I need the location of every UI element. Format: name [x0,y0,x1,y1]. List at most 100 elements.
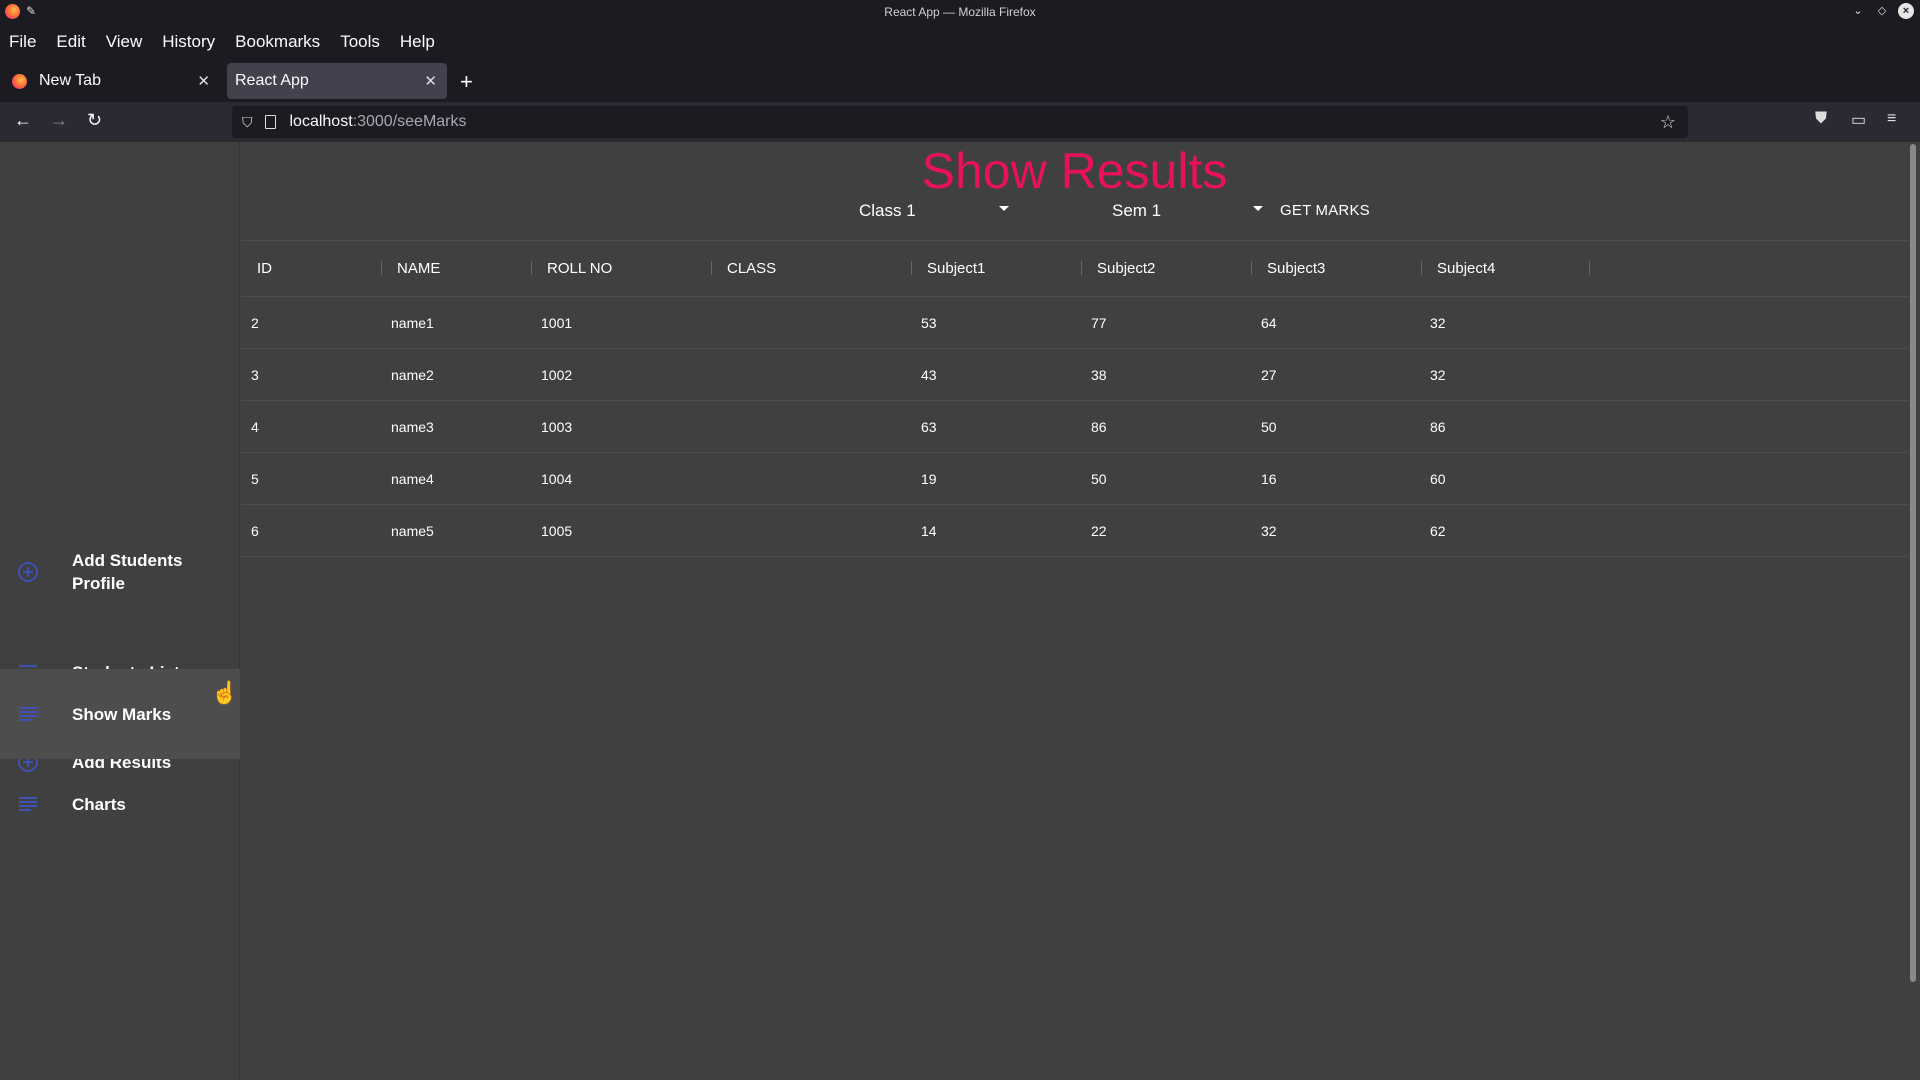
page-icon[interactable] [264,115,276,129]
tab-label: New Tab [39,72,101,89]
column-separator[interactable] [1589,261,1590,275]
address-bar[interactable]: ⛉ localhost:3000/seeMarks ☆ [232,106,1688,138]
menu-bookmarks[interactable]: Bookmarks [235,32,320,52]
cell-subject2: 22 [1091,523,1107,539]
page-title: Show Results [921,143,1228,199]
cell-subject4: 62 [1430,523,1446,539]
menu-edit[interactable]: Edit [56,32,85,52]
cell-subject4: 86 [1430,419,1446,435]
column-separator[interactable] [711,261,712,275]
url-text[interactable]: localhost:3000/seeMarks [290,113,467,131]
sidebar-item-add-students-profile[interactable]: Add Students Profile [0,527,240,617]
column-header-class[interactable]: CLASS [727,260,776,277]
navigation-toolbar: ← → ↻ ⛉ localhost:3000/seeMarks ☆ ⛊ ▭ ≡ [0,102,1920,142]
hand-cursor-icon: ☝ [211,680,239,705]
cell-subject4: 60 [1430,471,1446,487]
cell-roll-no: 1003 [541,419,573,435]
table-row[interactable]: 4 name3 1003 63 86 50 86 [241,401,1908,453]
back-arrow-icon[interactable]: ← [14,110,32,131]
menu-tools[interactable]: Tools [340,32,380,52]
hamburger-menu-icon[interactable]: ≡ [1887,110,1896,128]
menu-help[interactable]: Help [400,32,435,52]
close-window-icon[interactable]: × [1898,3,1914,19]
column-header-subject3[interactable]: Subject3 [1267,260,1325,277]
window-title: React App — Mozilla Firefox [884,5,1036,19]
column-header-subject2[interactable]: Subject2 [1097,260,1155,277]
cell-roll-no: 1005 [541,523,573,539]
menu-file[interactable]: File [9,32,36,52]
maximize-icon[interactable]: ◇ [1874,3,1890,19]
column-separator[interactable] [911,261,912,275]
shield-icon[interactable]: ⛉ [242,114,253,131]
sidebar-item-label: Add Students Profile [72,551,183,593]
cell-subject3: 32 [1261,523,1277,539]
cell-roll-no: 1002 [541,367,573,383]
sidebar-item-label: Show Marks [72,704,172,724]
table-row[interactable]: 5 name4 1004 19 50 16 60 [241,453,1908,505]
column-separator[interactable] [531,261,532,275]
column-separator[interactable] [381,261,382,275]
menu-bar: File Edit View History Bookmarks Tools H… [0,24,1920,60]
pocket-icon[interactable]: ⛊ [1815,110,1827,128]
class-select[interactable]: Class 1 [859,194,1009,228]
cell-id: 2 [251,315,259,331]
column-header-subject1[interactable]: Subject1 [927,260,985,277]
cell-subject2: 50 [1091,471,1107,487]
bookmark-star-icon[interactable]: ☆ [1660,112,1676,133]
column-header-name[interactable]: NAME [397,260,440,277]
cell-subject1: 43 [921,367,937,383]
close-tab-icon[interactable]: ✕ [424,72,437,90]
pin-icon[interactable]: ✎ [26,4,36,18]
sem-select[interactable]: Sem 1 [1112,194,1263,228]
column-header-subject4[interactable]: Subject4 [1437,260,1495,277]
cell-subject3: 50 [1261,419,1277,435]
cell-subject4: 32 [1430,367,1446,383]
cell-roll-no: 1001 [541,315,573,331]
cell-subject2: 77 [1091,315,1107,331]
close-tab-icon[interactable]: ✕ [197,72,210,90]
list-icon [16,702,40,726]
column-header-roll-no[interactable]: ROLL NO [547,260,612,277]
cell-roll-no: 1004 [541,471,573,487]
column-header-id[interactable]: ID [257,260,272,277]
cell-subject2: 86 [1091,419,1107,435]
cell-subject1: 19 [921,471,937,487]
forward-arrow-icon[interactable]: → [50,110,68,131]
firefox-favicon-icon [12,73,27,89]
sem-select-value: Sem 1 [1112,201,1162,220]
window-titlebar: ✎ React App — Mozilla Firefox ⌄ ◇ × [0,0,1920,24]
cell-subject1: 63 [921,419,937,435]
get-marks-button[interactable]: GET MARKS [1280,202,1370,219]
column-separator[interactable] [1081,261,1082,275]
sidebar-item-charts[interactable]: Charts [0,759,240,849]
table-row[interactable]: 2 name1 1001 53 77 64 32 [241,297,1908,349]
window-controls: ⌄ ◇ × [1850,3,1914,19]
minimize-icon[interactable]: ⌄ [1850,3,1866,19]
cell-name: name1 [391,315,434,331]
cell-subject3: 16 [1261,471,1277,487]
menu-history[interactable]: History [162,32,215,52]
table-row[interactable]: 3 name2 1002 43 38 27 32 [241,349,1908,401]
tab-react-app[interactable]: React App ✕ [227,63,447,99]
cell-id: 3 [251,367,259,383]
cell-name: name5 [391,523,434,539]
cell-subject2: 38 [1091,367,1107,383]
page-scrollbar[interactable] [1910,144,1916,982]
sidebar-item-show-marks[interactable]: Show Marks [0,669,240,759]
dropdown-arrow-icon [999,206,1009,211]
new-tab-plus-icon[interactable]: + [460,69,473,95]
downloads-folder-icon[interactable]: ▭ [1851,110,1866,130]
marks-table: ID NAME ROLL NO CLASS Subject1 Subject2 … [241,240,1908,557]
dropdown-arrow-icon [1253,206,1263,211]
cell-id: 6 [251,523,259,539]
column-separator[interactable] [1421,261,1422,275]
add-circle-icon [16,560,40,584]
list-icon [16,792,40,816]
reload-icon[interactable]: ↻ [87,110,102,131]
menu-view[interactable]: View [106,32,143,52]
table-row[interactable]: 6 name5 1005 14 22 32 62 [241,505,1908,557]
column-separator[interactable] [1251,261,1252,275]
tab-new-tab[interactable]: New Tab ✕ [4,63,220,99]
cell-subject3: 64 [1261,315,1277,331]
main-panel: Show Results Class 1 Sem 1 GET MARKS ID … [241,142,1908,1080]
